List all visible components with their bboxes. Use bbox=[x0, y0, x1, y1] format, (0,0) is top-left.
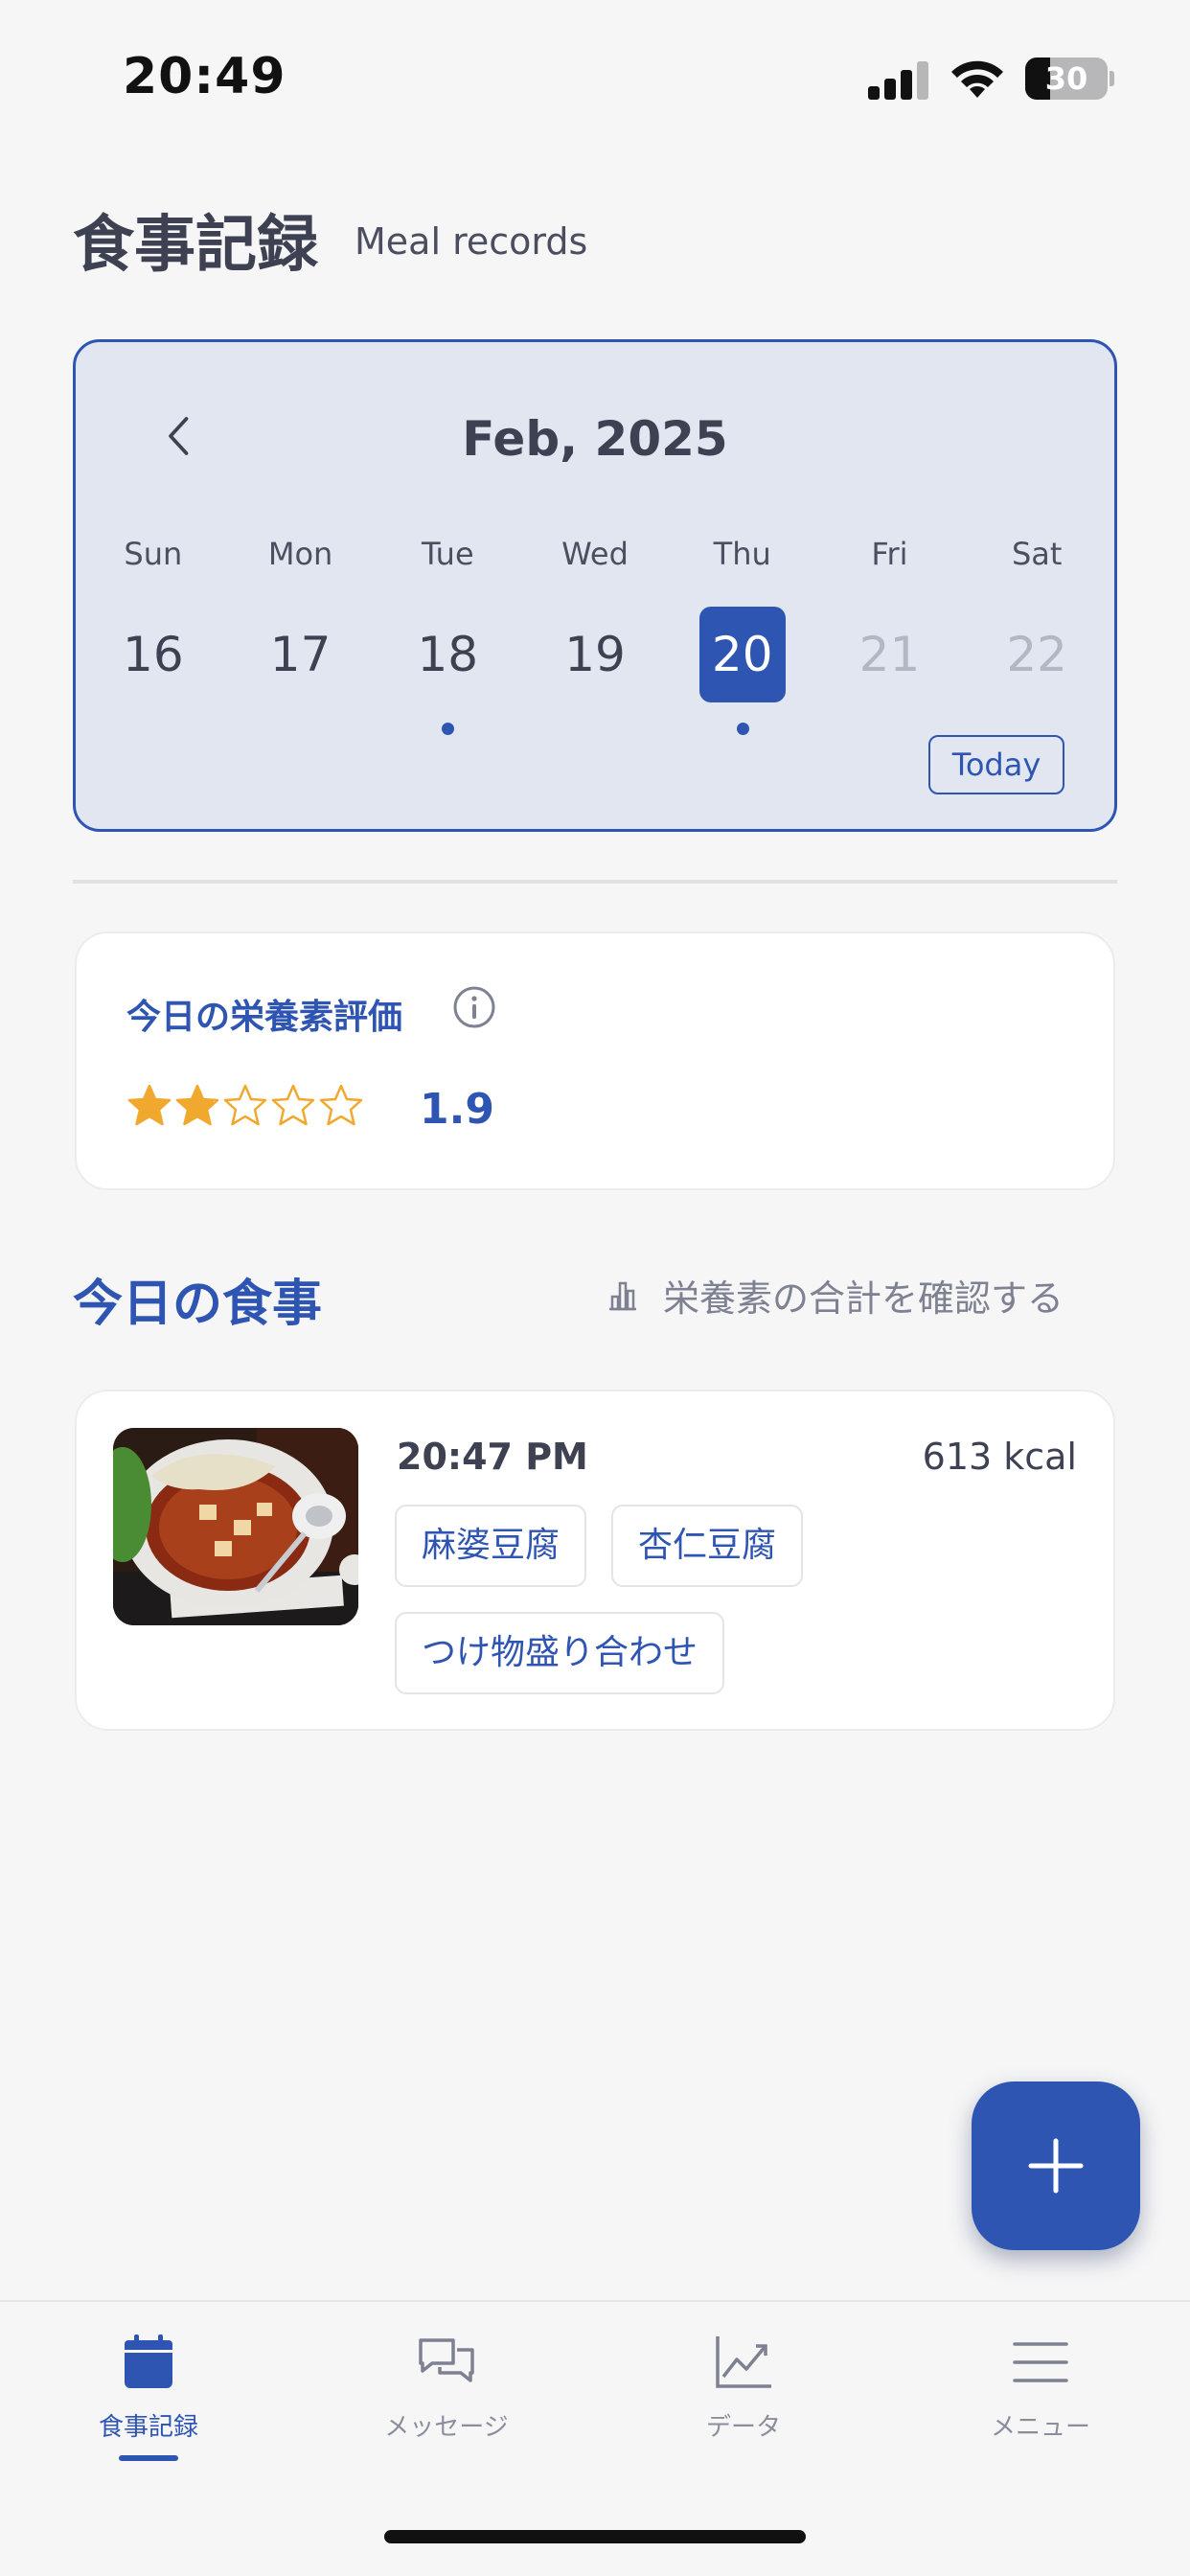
record-indicator-dot bbox=[736, 723, 749, 735]
bar-chart-icon bbox=[609, 1281, 636, 1311]
week-calendar: Feb, 2025 Sun Mon Tue Wed Thu Fri Sat 16… bbox=[73, 339, 1117, 832]
info-circle-icon[interactable] bbox=[452, 985, 496, 1029]
nutrition-score-title: 今日の栄養素評価 bbox=[126, 998, 403, 1037]
star-icon bbox=[127, 1084, 172, 1126]
battery-icon: 30 bbox=[1025, 58, 1114, 100]
calendar-day-number: 17 bbox=[269, 627, 332, 682]
calendar-day[interactable]: 21 bbox=[816, 607, 964, 706]
tab-data[interactable]: データ bbox=[648, 2331, 839, 2443]
tab-label: メッセージ bbox=[384, 2413, 509, 2442]
section-divider bbox=[73, 880, 1117, 884]
calendar-day-number: 20 bbox=[698, 607, 786, 702]
add-meal-button[interactable] bbox=[972, 2082, 1140, 2250]
calendar-day-number: 16 bbox=[123, 627, 184, 682]
tab-meal-records[interactable]: 食事記録 bbox=[53, 2331, 244, 2443]
tab-label: メニュー bbox=[990, 2413, 1090, 2442]
today-button[interactable]: Today bbox=[928, 735, 1064, 794]
meal-record-card[interactable]: 20:47 PM 613 kcal 麻婆豆腐 杏仁豆腐 つけ物盛り合わせ bbox=[75, 1390, 1115, 1731]
dish-tag[interactable]: 杏仁豆腐 bbox=[611, 1505, 804, 1587]
todays-meals-heading: 今日の食事 bbox=[73, 1276, 323, 1333]
home-indicator bbox=[384, 2530, 806, 2543]
weekday-label: Sun bbox=[124, 536, 183, 572]
record-indicator-dot bbox=[442, 723, 455, 735]
calendar-day-number: 18 bbox=[417, 627, 479, 682]
tab-menu[interactable]: メニュー bbox=[945, 2331, 1136, 2443]
calendar-day[interactable]: 19 bbox=[521, 607, 669, 706]
nutrition-score-value: 1.9 bbox=[420, 1085, 494, 1134]
battery-percentage: 30 bbox=[1044, 60, 1088, 97]
calendar-day-number: 21 bbox=[858, 627, 921, 682]
nutrient-total-link[interactable]: 栄養素の合計を確認する bbox=[606, 1271, 1064, 1320]
star-icon bbox=[319, 1084, 363, 1126]
meal-calories: 613 kcal bbox=[922, 1436, 1077, 1478]
tab-label: データ bbox=[705, 2413, 781, 2442]
calendar-day-number: 22 bbox=[1006, 627, 1067, 682]
nutrient-total-label: 栄養素の合計を確認する bbox=[663, 1276, 1064, 1320]
star-icon bbox=[175, 1084, 219, 1126]
chat-icon bbox=[419, 2338, 474, 2382]
calendar-day-number: 19 bbox=[564, 627, 626, 682]
weekday-header-row: Sun Mon Tue Wed Thu Fri Sat bbox=[76, 536, 1114, 572]
meal-time: 20:47 PM bbox=[397, 1436, 588, 1478]
dish-tag[interactable]: 麻婆豆腐 bbox=[395, 1505, 587, 1587]
weekday-label: Fri bbox=[871, 536, 908, 572]
calendar-month-label: Feb, 2025 bbox=[462, 411, 728, 467]
chart-line-icon bbox=[716, 2336, 771, 2388]
tab-messages[interactable]: メッセージ bbox=[351, 2331, 542, 2443]
meal-photo bbox=[113, 1428, 358, 1625]
star-rating bbox=[126, 1083, 364, 1131]
dish-tag[interactable]: つけ物盛り合わせ bbox=[395, 1612, 725, 1694]
calendar-day[interactable]: 17 bbox=[227, 607, 375, 706]
wifi-icon bbox=[949, 56, 1006, 100]
status-time: 20:49 bbox=[123, 48, 286, 105]
page-title: 食事記録 bbox=[73, 210, 318, 281]
nutrition-score-card: 今日の栄養素評価 1.9 bbox=[75, 932, 1115, 1190]
plus-icon bbox=[1028, 2138, 1084, 2194]
weekday-label: Tue bbox=[421, 536, 474, 572]
weekday-label: Wed bbox=[561, 536, 629, 572]
meal-dish-tags: 麻婆豆腐 杏仁豆腐 つけ物盛り合わせ bbox=[395, 1505, 1065, 1694]
weekday-label: Thu bbox=[713, 536, 771, 572]
weekday-label: Sat bbox=[1011, 536, 1063, 572]
page-subtitle: Meal records bbox=[355, 220, 588, 263]
cellular-signal-icon bbox=[868, 59, 929, 100]
star-icon bbox=[223, 1084, 267, 1126]
calendar-day[interactable]: 22 bbox=[963, 607, 1110, 706]
calendar-days-row: 16 17 18 19 20 21 22 bbox=[76, 607, 1114, 735]
calendar-day[interactable]: 18 bbox=[374, 607, 521, 735]
menu-icon bbox=[1013, 2342, 1068, 2382]
active-tab-indicator bbox=[119, 2455, 178, 2461]
calendar-icon bbox=[125, 2334, 172, 2388]
calendar-day[interactable]: 20 bbox=[669, 607, 816, 735]
star-icon bbox=[271, 1084, 315, 1126]
weekday-label: Mon bbox=[267, 536, 333, 572]
calendar-day[interactable]: 16 bbox=[80, 607, 227, 706]
tab-label: 食事記録 bbox=[98, 2413, 198, 2442]
